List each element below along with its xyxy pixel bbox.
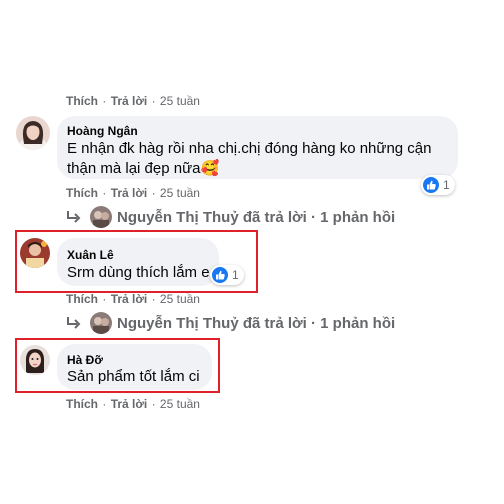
comment-actions: Thích · Trả lời · 25 tuần (66, 94, 200, 108)
replier-avatar (90, 206, 112, 228)
comment-author[interactable]: Xuân Lê (67, 248, 114, 262)
comment-actions: Thích · Trả lời · 25 tuần (66, 397, 200, 411)
like-icon (212, 267, 228, 283)
reply-arrow-icon (66, 316, 84, 330)
reply-summary: Nguyễn Thị Thuỷ đã trả lời · 1 phản hồi (117, 208, 396, 226)
comment-time[interactable]: 25 tuần (160, 186, 200, 200)
like-link[interactable]: Thích (66, 292, 98, 306)
view-replies-link[interactable]: Nguyễn Thị Thuỷ đã trả lời · 1 phản hồi (66, 312, 395, 334)
comment-time[interactable]: 25 tuần (160, 292, 200, 306)
reply-summary: Nguyễn Thị Thuỷ đã trả lời · 1 phản hồi (117, 314, 396, 332)
reaction-count: 1 (232, 268, 239, 282)
like-link[interactable]: Thích (66, 186, 98, 200)
comment-time[interactable]: 25 tuần (160, 94, 200, 108)
replier-avatar (90, 312, 112, 334)
comment-text: thận mà lại đẹp nữa🥰 (67, 160, 220, 177)
reaction-badge[interactable]: 1 (421, 175, 455, 195)
reaction-badge[interactable]: 1 (210, 265, 244, 285)
comment-bubble: Hà Đỡ Sản phẩm tốt lắm ci (57, 344, 212, 390)
comment-text: E nhận đk hàg rồi nha chị.chị đóng hàng … (67, 140, 432, 157)
avatar[interactable] (20, 345, 50, 375)
comment-bubble: Hoàng Ngân E nhận đk hàg rồi nha chị.chị… (57, 116, 458, 179)
view-replies-link[interactable]: Nguyễn Thị Thuỷ đã trả lời · 1 phản hồi (66, 206, 395, 228)
comment-author[interactable]: Hà Đỡ (67, 353, 103, 367)
reply-link[interactable]: Trả lời (111, 94, 148, 108)
comment-actions: Thích · Trả lời · 25 tuần (66, 186, 200, 200)
reaction-count: 1 (443, 178, 450, 192)
reply-link[interactable]: Trả lời (111, 292, 148, 306)
reply-link[interactable]: Trả lời (111, 186, 148, 200)
comment-actions: Thích · Trả lời · 25 tuần (66, 292, 200, 306)
avatar[interactable] (16, 116, 50, 150)
like-link[interactable]: Thích (66, 94, 98, 108)
like-link[interactable]: Thích (66, 397, 98, 411)
reply-link[interactable]: Trả lời (111, 397, 148, 411)
comment-text: Sản phẩm tốt lắm ci (67, 368, 200, 385)
like-icon (423, 177, 439, 193)
reply-arrow-icon (66, 210, 84, 224)
comment-text: Srm dùng thích lắm e (67, 264, 210, 281)
avatar[interactable] (20, 238, 50, 268)
comment-bubble: Xuân Lê Srm dùng thích lắm e (57, 238, 219, 286)
comment-time[interactable]: 25 tuần (160, 397, 200, 411)
comment-author[interactable]: Hoàng Ngân (67, 124, 138, 138)
